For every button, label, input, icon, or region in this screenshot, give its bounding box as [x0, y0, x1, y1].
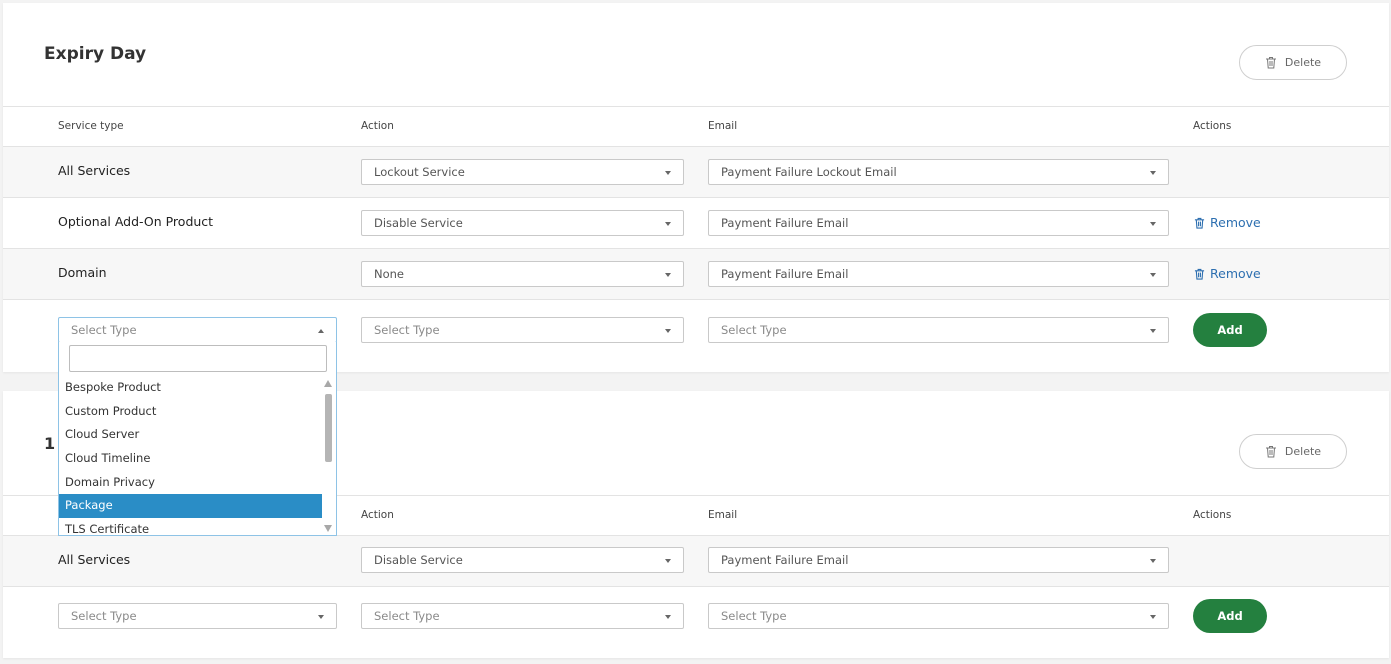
action-select-value: Disable Service [374, 216, 463, 230]
email-select[interactable]: Payment Failure Email [708, 210, 1169, 236]
caret-down-icon [665, 273, 671, 277]
scrollbar-thumb[interactable] [325, 394, 332, 462]
email-select-value: Select Type [721, 609, 787, 623]
action-select[interactable]: Disable Service [361, 210, 684, 236]
table-row: All Services Disable Service Payment Fai… [3, 536, 1389, 587]
remove-label: Remove [1210, 215, 1261, 230]
header-action: Action [361, 120, 394, 132]
email-select-value: Payment Failure Lockout Email [721, 165, 897, 179]
service-type-select[interactable]: Select Type [58, 603, 337, 629]
delete-button-label: Delete [1284, 445, 1322, 458]
dropdown-option-highlighted[interactable]: Package [59, 494, 322, 519]
trash-icon [1194, 268, 1205, 280]
add-button[interactable]: Add [1193, 313, 1267, 347]
dropdown-option[interactable]: Cloud Timeline [59, 447, 322, 471]
new-rule-row: Select Type Select Type Select Type Add [3, 587, 1389, 655]
caret-down-icon [1150, 222, 1156, 226]
service-type-select-value: Select Type [71, 323, 137, 337]
dropdown-options: Bespoke Product Custom Product Cloud Ser… [59, 376, 322, 542]
action-select[interactable]: Select Type [361, 317, 684, 343]
action-select-value: Lockout Service [374, 165, 465, 179]
service-type-text: Optional Add-On Product [58, 214, 214, 229]
service-type-select-value: Select Type [71, 609, 137, 623]
scroll-up-arrow-icon[interactable] [324, 380, 332, 387]
action-select-value: Select Type [374, 323, 440, 337]
email-select[interactable]: Select Type [708, 603, 1169, 629]
delete-button-label: Delete [1284, 56, 1322, 69]
action-select-value: Select Type [374, 609, 440, 623]
caret-down-icon [1150, 273, 1156, 277]
header-email: Email [708, 120, 738, 132]
table-header: Service type Action Email Actions [3, 106, 1389, 147]
caret-up-icon [318, 329, 324, 333]
action-select-value: None [374, 267, 405, 281]
email-select[interactable]: Select Type [708, 317, 1169, 343]
email-select-value: Payment Failure Email [721, 553, 849, 567]
table-row: Domain None Payment Failure Email Remove [3, 249, 1389, 300]
table-row: Optional Add-On Product Disable Service … [3, 198, 1389, 249]
header-actions: Actions [1193, 120, 1232, 132]
header-action: Action [361, 509, 394, 521]
email-select[interactable]: Payment Failure Email [708, 547, 1169, 573]
dropdown-option[interactable]: Bespoke Product [59, 376, 322, 400]
scroll-down-arrow-icon[interactable] [324, 525, 332, 532]
trash-icon [1265, 57, 1276, 69]
email-select-value: Select Type [721, 323, 787, 337]
dropdown-option[interactable]: TLS Certificate [59, 518, 322, 542]
action-select[interactable]: Lockout Service [361, 159, 684, 185]
trash-icon [1265, 446, 1276, 458]
service-type-select[interactable]: Select Type [58, 317, 337, 343]
caret-down-icon [665, 559, 671, 563]
remove-label: Remove [1210, 266, 1261, 281]
service-type-text: All Services [58, 552, 131, 567]
action-select[interactable]: Disable Service [361, 547, 684, 573]
caret-down-icon [665, 222, 671, 226]
dropdown-scrollbar[interactable] [323, 378, 334, 534]
action-select-value: Disable Service [374, 553, 463, 567]
caret-down-icon [665, 329, 671, 333]
delete-button[interactable]: Delete [1239, 434, 1347, 469]
caret-down-icon [1150, 615, 1156, 619]
caret-down-icon [1150, 559, 1156, 563]
add-button[interactable]: Add [1193, 599, 1267, 633]
remove-link[interactable]: Remove [1194, 266, 1261, 281]
remove-link[interactable]: Remove [1194, 215, 1261, 230]
email-select[interactable]: Payment Failure Lockout Email [708, 159, 1169, 185]
header-email: Email [708, 509, 738, 521]
email-select-value: Payment Failure Email [721, 216, 849, 230]
header-service-type: Service type [58, 120, 124, 132]
caret-down-icon [665, 171, 671, 175]
card-title: 1 [44, 434, 56, 453]
expiry-day-card: Expiry Day Delete Service type Action Em… [3, 3, 1389, 372]
service-type-text: Domain [58, 265, 107, 280]
caret-down-icon [665, 615, 671, 619]
dropdown-search-input[interactable] [69, 345, 327, 372]
header-actions: Actions [1193, 509, 1232, 521]
caret-down-icon [1150, 329, 1156, 333]
dropdown-option[interactable]: Domain Privacy [59, 471, 322, 495]
email-select-value: Payment Failure Email [721, 267, 849, 281]
caret-down-icon [318, 615, 324, 619]
action-select[interactable]: None [361, 261, 684, 287]
delete-button[interactable]: Delete [1239, 45, 1347, 80]
table-row: All Services Lockout Service Payment Fai… [3, 147, 1389, 198]
caret-down-icon [1150, 171, 1156, 175]
card-title: Expiry Day [44, 44, 147, 64]
action-select[interactable]: Select Type [361, 603, 684, 629]
trash-icon [1194, 217, 1205, 229]
email-select[interactable]: Payment Failure Email [708, 261, 1169, 287]
service-type-text: All Services [58, 163, 131, 178]
dropdown-option[interactable]: Cloud Server [59, 423, 322, 447]
dropdown-option[interactable]: Custom Product [59, 400, 322, 424]
service-type-dropdown: Bespoke Product Custom Product Cloud Ser… [58, 342, 337, 536]
